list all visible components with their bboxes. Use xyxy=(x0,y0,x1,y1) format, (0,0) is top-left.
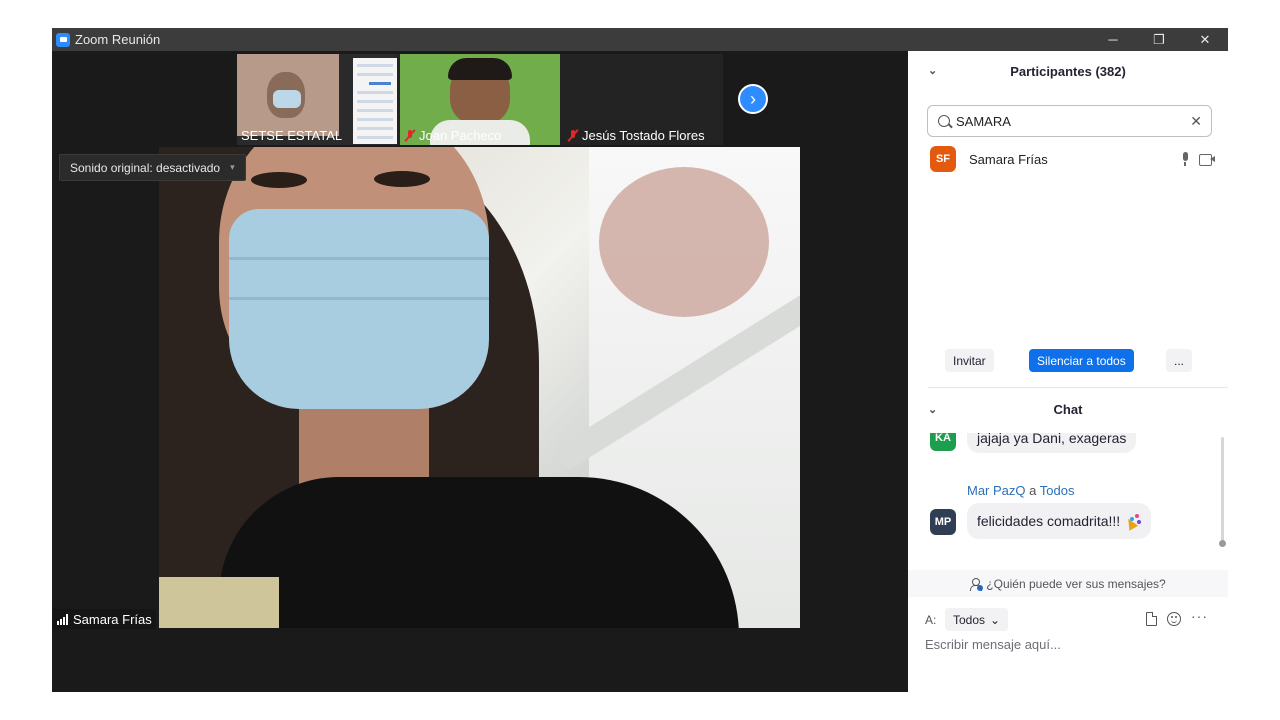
active-speaker-video[interactable] xyxy=(159,147,800,628)
avatar: SF xyxy=(930,146,956,172)
avatar: KA xyxy=(930,433,956,451)
more-icon[interactable]: ··· xyxy=(1191,608,1208,624)
chat-message: KA jajaja ya Dani, exageras xyxy=(930,433,1210,461)
speaker-hand xyxy=(599,167,769,317)
tile-name-label: SETSE ESTATAL xyxy=(241,128,343,143)
chevron-down-icon: ⌄ xyxy=(990,612,1001,627)
avatar: MP xyxy=(930,509,956,535)
tile-name-label: Jesús Tostado Flores xyxy=(582,128,705,143)
chat-header: ⌄ Chat xyxy=(908,395,1228,423)
mask-fold xyxy=(229,297,489,300)
muted-mic-icon xyxy=(567,129,579,142)
participant-search-input[interactable]: SAMARA xyxy=(956,114,1011,129)
video-tile-jesus-tostado-flores[interactable]: Jesús Tostado Flores xyxy=(563,54,723,145)
next-page-button[interactable]: › xyxy=(738,84,768,114)
participant-row[interactable]: SF Samara Frías xyxy=(930,146,1215,172)
participants-header: ⌄ Participantes (382) xyxy=(908,51,1228,91)
muted-mic-icon xyxy=(404,129,416,142)
video-tile-joan-pacheco[interactable]: Joan Pacheco xyxy=(400,54,560,145)
chat-recipient-row: A: Todos ⌄ ··· xyxy=(908,608,1228,632)
who-can-see-label: ¿Quién puede ver sus mensajes? xyxy=(986,576,1166,591)
chevron-right-icon: › xyxy=(750,88,756,109)
speaker-eye xyxy=(251,172,307,188)
participant-status-icons xyxy=(1181,152,1215,166)
file-icon[interactable] xyxy=(1146,612,1157,626)
tile-name: Jesús Tostado Flores xyxy=(567,128,705,143)
tile-name-label: Joan Pacheco xyxy=(419,128,502,143)
original-sound-label: Sonido original: desactivado xyxy=(70,160,221,175)
recipient-select[interactable]: Todos ⌄ xyxy=(945,608,1009,631)
window-title: Zoom Reunión xyxy=(75,32,161,47)
document-thumbnail xyxy=(353,58,397,144)
speaker-name: Samara Frías xyxy=(73,611,152,627)
signal-strength-icon xyxy=(57,613,68,625)
message-bubble: jajaja ya Dani, exageras xyxy=(967,433,1137,453)
recipient-name[interactable]: Todos xyxy=(1040,483,1075,498)
message-bubble: felicidades comadrita!!! xyxy=(967,503,1152,539)
more-options-button[interactable]: ... xyxy=(1166,349,1193,372)
collapse-chevron-icon[interactable]: ⌄ xyxy=(928,64,937,77)
title-bar: Zoom Reunión ─ ❐ ✕ xyxy=(52,28,1228,51)
participant-search-field[interactable]: SAMARA ✕ xyxy=(927,105,1212,137)
tile-name: SETSE ESTATAL xyxy=(241,128,342,143)
tile-name: Joan Pacheco xyxy=(404,128,501,143)
window-controls: ─ ❐ ✕ xyxy=(1090,28,1228,51)
participant-name: Samara Frías xyxy=(969,151,1048,167)
who-can-see-bar[interactable]: ¿Quién puede ver sus mensajes? xyxy=(908,570,1228,597)
close-window-button[interactable]: ✕ xyxy=(1182,28,1228,51)
chat-scrollbar[interactable] xyxy=(1221,437,1224,547)
minimize-button[interactable]: ─ xyxy=(1090,28,1136,51)
shared-screen-thumbnail xyxy=(237,54,339,136)
restore-button[interactable]: ❐ xyxy=(1136,28,1182,51)
thumbnail-strip: SETSE ESTATAL Joan Pacheco Jesús Tostado… xyxy=(237,54,723,145)
collapse-chevron-icon[interactable]: ⌄ xyxy=(928,403,937,416)
mute-all-button[interactable]: Silenciar a todos xyxy=(1029,349,1134,372)
chat-message-list[interactable]: KA jajaja ya Dani, exageras Mar PazQ a T… xyxy=(908,433,1228,568)
invite-button[interactable]: Invitar xyxy=(945,349,994,372)
recipient-label: A: xyxy=(925,613,937,627)
original-sound-toggle[interactable]: Sonido original: desactivado ▾ xyxy=(59,154,246,181)
people-visibility-icon xyxy=(970,577,984,591)
chat-title: Chat xyxy=(1053,401,1083,417)
chat-message-input[interactable]: Escribir mensaje aquí... xyxy=(925,637,1215,657)
chat-tool-icons: ··· xyxy=(1146,608,1208,626)
participants-title: Participantes (382) xyxy=(1010,63,1126,79)
panel-divider xyxy=(928,387,1228,388)
message-sender-line: Mar PazQ a Todos xyxy=(967,483,1074,498)
participant-hair xyxy=(448,58,512,80)
microphone-icon[interactable] xyxy=(1181,152,1189,166)
meeting-area: SETSE ESTATAL Joan Pacheco Jesús Tostado… xyxy=(52,51,908,692)
video-tile-setse-estatal[interactable]: SETSE ESTATAL xyxy=(237,54,397,145)
participants-actions: Invitar Silenciar a todos ... xyxy=(908,349,1228,373)
sender-connector: a xyxy=(1029,483,1037,498)
message-text: felicidades comadrita!!! xyxy=(977,513,1121,529)
search-icon xyxy=(938,115,950,127)
zoom-app-icon xyxy=(56,32,70,47)
chevron-down-icon[interactable]: ▾ xyxy=(230,162,235,173)
speaker-shirt xyxy=(219,477,739,628)
clear-search-icon[interactable]: ✕ xyxy=(1190,113,1202,130)
desk-surface xyxy=(159,577,279,628)
face-mask xyxy=(273,90,301,108)
speaker-eye xyxy=(374,171,430,187)
party-popper-icon xyxy=(1125,513,1141,529)
zoom-window: Zoom Reunión ─ ❐ ✕ SETSE ESTATAL Joan Pa… xyxy=(52,28,1228,692)
mask-fold xyxy=(229,257,489,260)
sender-name[interactable]: Mar PazQ xyxy=(967,483,1026,498)
scrollbar-thumb[interactable] xyxy=(1219,540,1226,547)
video-camera-icon[interactable] xyxy=(1199,154,1215,166)
recipient-select-value: Todos xyxy=(953,612,986,627)
active-speaker-label: Samara Frías xyxy=(53,609,156,629)
emoji-icon[interactable] xyxy=(1167,612,1181,626)
face-mask xyxy=(229,209,489,409)
side-panel: ⌄ Participantes (382) SAMARA ✕ SF Samara… xyxy=(908,51,1228,692)
